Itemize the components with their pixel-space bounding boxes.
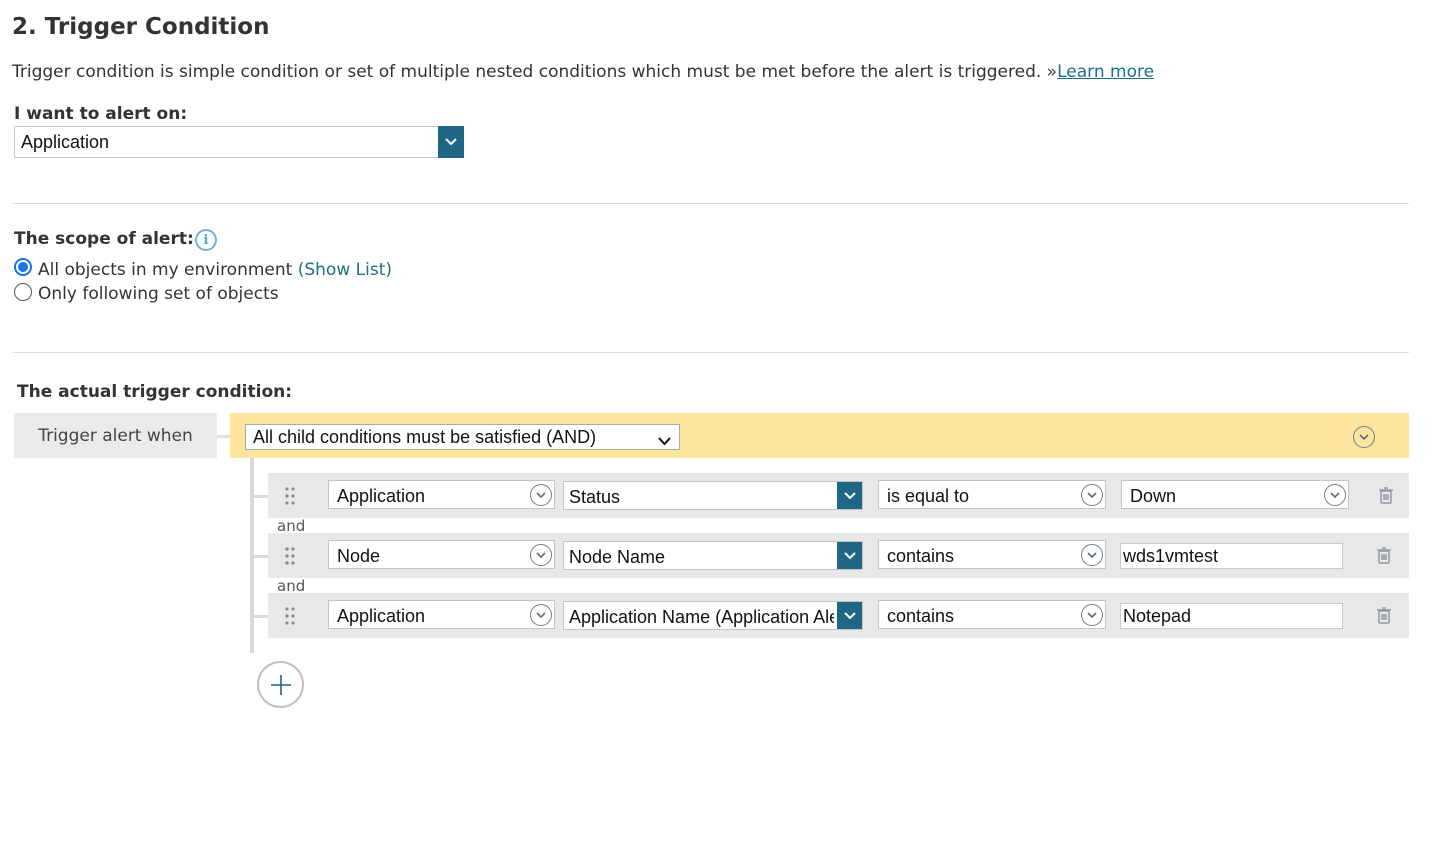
tree-branch bbox=[254, 555, 268, 558]
condition-field-value: Application Name (Application Ale bbox=[569, 607, 834, 627]
trash-icon[interactable] bbox=[1378, 486, 1394, 504]
section-title: 2. Trigger Condition bbox=[12, 14, 270, 40]
condition-operator-value: contains bbox=[887, 546, 955, 566]
circle-chevron-down-icon bbox=[1081, 484, 1103, 506]
radio-following-objects[interactable] bbox=[14, 283, 32, 301]
chevron-down-icon[interactable] bbox=[837, 482, 862, 509]
condition-operator-value: contains bbox=[887, 606, 955, 626]
condition-object-select[interactable]: Node bbox=[328, 540, 555, 569]
trash-icon[interactable] bbox=[1376, 546, 1392, 564]
condition-field-value: Node Name bbox=[569, 547, 666, 567]
drag-handle-icon[interactable] bbox=[285, 487, 295, 505]
chevron-down-icon[interactable] bbox=[837, 602, 862, 629]
condition-field-select[interactable]: Node Name bbox=[563, 541, 863, 570]
condition-operator-value: is equal to bbox=[887, 486, 970, 506]
circle-chevron-down-icon bbox=[1359, 434, 1369, 440]
group-options-button[interactable] bbox=[1353, 426, 1375, 448]
combinator-select[interactable]: All child conditions must be satisfied (… bbox=[245, 424, 680, 450]
condition-operator-select[interactable]: is equal to bbox=[878, 480, 1106, 509]
condition-object-value: Application bbox=[337, 606, 426, 626]
condition-value-input[interactable]: wds1vmtest bbox=[1120, 543, 1343, 569]
condition-value-input[interactable]: Notepad bbox=[1120, 603, 1343, 629]
circle-chevron-down-icon bbox=[1081, 604, 1103, 626]
condition-operator-select[interactable]: contains bbox=[878, 540, 1106, 569]
condition-object-select[interactable]: Application bbox=[328, 600, 555, 629]
trash-icon[interactable] bbox=[1376, 606, 1392, 624]
alert-on-label: I want to alert on: bbox=[14, 104, 188, 124]
radio-following-objects-label: Only following set of objects bbox=[38, 284, 279, 304]
section-description: Trigger condition is simple condition or… bbox=[12, 62, 1154, 82]
condition-value: wds1vmtest bbox=[1123, 546, 1219, 566]
chevron-down-icon[interactable] bbox=[438, 126, 464, 158]
radio-all-objects-text: All objects in my environment bbox=[38, 260, 293, 280]
combinator-value: All child conditions must be satisfied (… bbox=[253, 427, 597, 447]
circle-chevron-down-icon bbox=[1324, 484, 1346, 506]
chevron-down-icon bbox=[658, 430, 671, 451]
chevron-down-icon[interactable] bbox=[837, 542, 862, 569]
radio-all-objects[interactable] bbox=[14, 258, 32, 276]
condition-object-value: Application bbox=[337, 486, 426, 506]
condition-field-select[interactable]: Application Name (Application Ale bbox=[563, 601, 863, 630]
description-text: Trigger condition is simple condition or… bbox=[12, 62, 1058, 82]
trigger-condition-label: The actual trigger condition: bbox=[17, 382, 293, 402]
drag-handle-icon[interactable] bbox=[285, 547, 295, 565]
plus-icon bbox=[270, 674, 291, 695]
learn-more-link[interactable]: Learn more bbox=[1057, 62, 1154, 82]
circle-chevron-down-icon bbox=[530, 544, 552, 566]
alert-on-value: Application bbox=[21, 132, 110, 152]
tree-branch bbox=[254, 615, 268, 618]
connector-line bbox=[217, 435, 230, 438]
circle-chevron-down-icon bbox=[530, 484, 552, 506]
divider bbox=[13, 352, 1409, 353]
tree-branch bbox=[254, 495, 268, 498]
condition-field-value: Status bbox=[569, 487, 621, 507]
divider bbox=[13, 203, 1409, 204]
radio-all-objects-label: All objects in my environment (Show List… bbox=[38, 260, 392, 280]
condition-object-select[interactable]: Application bbox=[328, 480, 555, 509]
condition-value: Notepad bbox=[1123, 606, 1192, 626]
info-icon[interactable]: i bbox=[195, 229, 217, 251]
condition-operator-select[interactable]: contains bbox=[878, 600, 1106, 629]
scope-label: The scope of alert: bbox=[14, 229, 194, 249]
condition-value: Down bbox=[1130, 486, 1177, 506]
circle-chevron-down-icon bbox=[530, 604, 552, 626]
add-condition-button[interactable] bbox=[257, 661, 304, 708]
condition-value-select[interactable]: Down bbox=[1121, 480, 1349, 509]
trigger-alert-when-label: Trigger alert when bbox=[14, 413, 217, 458]
drag-handle-icon[interactable] bbox=[285, 607, 295, 625]
condition-field-select[interactable]: Status bbox=[563, 481, 863, 510]
show-list-link[interactable]: (Show List) bbox=[298, 260, 392, 280]
condition-object-value: Node bbox=[337, 546, 381, 566]
alert-on-select[interactable]: Application bbox=[14, 126, 464, 158]
circle-chevron-down-icon bbox=[1081, 544, 1103, 566]
